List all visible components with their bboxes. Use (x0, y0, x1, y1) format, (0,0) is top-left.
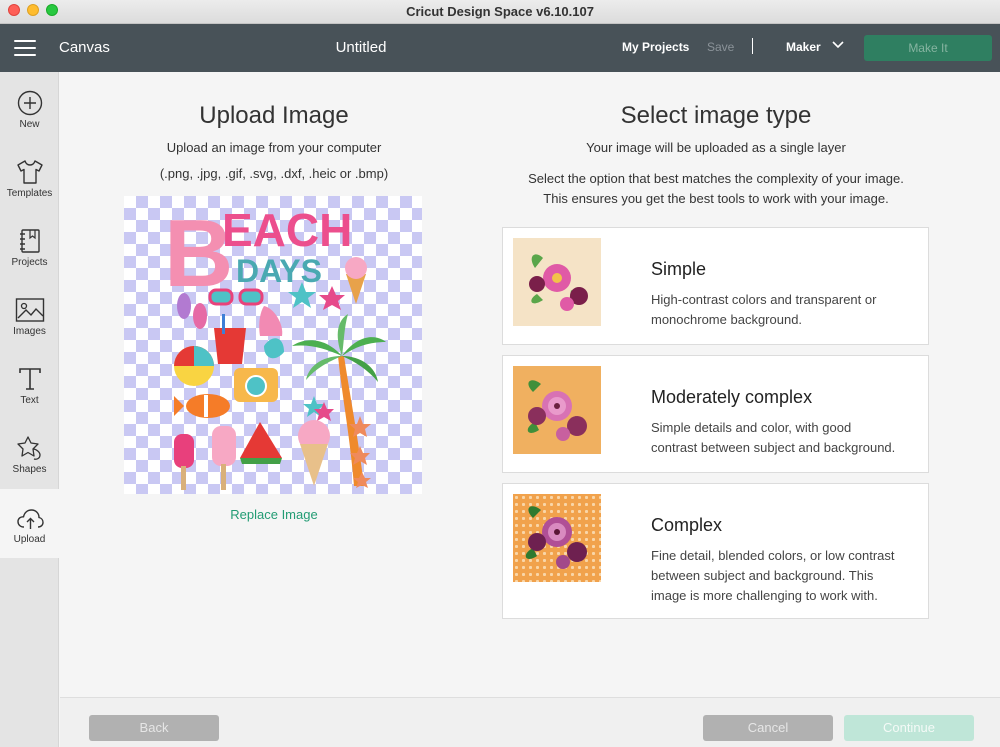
flower-icon (525, 506, 587, 569)
upload-panel: Upload Image Upload an image from your c… (60, 72, 1000, 697)
app-header: Canvas Untitled My Projects Save Maker M… (0, 24, 1000, 72)
upload-title: Upload Image (199, 102, 349, 129)
simple-thumbnail (513, 238, 601, 326)
option-description: Simple details and color, with good cont… (651, 418, 921, 458)
sidebar-item-label: Text (20, 395, 39, 406)
plus-circle-icon (17, 90, 42, 116)
make-it-button[interactable]: Make It (864, 35, 992, 61)
upload-formats: (.png, .jpg, .gif, .svg, .dxf, .heic or … (159, 166, 389, 181)
moderate-thumbnail (513, 366, 601, 454)
cancel-button[interactable]: Cancel (703, 715, 833, 741)
description-line: This ensures you get the best tools to w… (543, 191, 889, 206)
beach-days-artwork: B EACH DAYS (164, 200, 386, 490)
replace-image-link[interactable]: Replace Image (60, 507, 488, 522)
shapes-icon (16, 436, 41, 460)
option-desc-line: Fine detail, blended colors, or low cont… (651, 548, 895, 563)
image-type-description: Select the option that best matches the … (502, 169, 930, 209)
sidebar-item-text[interactable]: Text (0, 348, 59, 417)
left-sidebar: New Templates Projects Images Text Shape… (0, 72, 59, 747)
option-description: Fine detail, blended colors, or low cont… (651, 546, 921, 606)
description-line: Select the option that best matches the … (528, 171, 904, 186)
option-desc-line: High-contrast colors and transparent or (651, 292, 877, 307)
sidebar-item-label: Projects (11, 257, 48, 268)
sidebar-item-upload[interactable]: Upload (0, 489, 59, 558)
text-icon (18, 368, 41, 390)
header-divider (752, 38, 753, 54)
flower-icon (529, 254, 588, 311)
upload-subtitle: Upload an image from your computer (166, 140, 382, 155)
option-moderately-complex[interactable]: Moderately complex Simple details and co… (502, 355, 929, 473)
sidebar-item-images[interactable]: Images (0, 279, 59, 348)
tshirt-icon (16, 160, 43, 184)
option-title: Complex (651, 515, 723, 535)
image-type-title: Select image type (620, 102, 812, 129)
flower-icon (527, 380, 587, 441)
image-preview: B EACH DAYS (124, 196, 422, 494)
sidebar-item-label: Upload (13, 534, 46, 545)
notebook-icon (19, 229, 40, 253)
sidebar-item-label: Templates (6, 188, 53, 199)
chevron-down-icon[interactable] (832, 41, 844, 49)
window-titlebar: Cricut Design Space v6.10.107 (0, 0, 1000, 24)
cloud-upload-icon (16, 509, 44, 529)
option-desc-line: image is more challenging to work with. (651, 588, 878, 603)
sidebar-item-projects[interactable]: Projects (0, 210, 59, 279)
canvas-label: Canvas (59, 39, 110, 56)
footer-bar: Back Cancel Continue (60, 697, 1000, 747)
option-title: Simple (651, 259, 707, 279)
option-desc-line: Simple details and color, with good (651, 420, 852, 435)
sidebar-item-templates[interactable]: Templates (0, 141, 59, 210)
sidebar-item-shapes[interactable]: Shapes (0, 417, 59, 486)
save-button[interactable]: Save (707, 40, 734, 54)
machine-selector[interactable]: Maker (786, 40, 821, 54)
sidebar-item-label: New (19, 119, 40, 130)
continue-button[interactable]: Continue (844, 715, 974, 741)
sidebar-item-new[interactable]: New (0, 72, 59, 141)
beach-text: EACH (222, 204, 352, 256)
option-desc-line: monochrome background. (651, 312, 803, 327)
sidebar-item-label: Shapes (12, 464, 47, 475)
image-type-subtitle: Your image will be uploaded as a single … (586, 140, 846, 155)
option-description: High-contrast colors and transparent or … (651, 290, 921, 330)
option-desc-line: contrast between subject and background. (651, 440, 896, 455)
option-desc-line: between subject and background. This (651, 568, 874, 583)
image-icon (15, 298, 44, 322)
menu-icon[interactable] (14, 40, 36, 56)
option-simple[interactable]: Simple High-contrast colors and transpar… (502, 227, 929, 345)
back-button[interactable]: Back (89, 715, 219, 741)
option-title: Moderately complex (651, 387, 813, 407)
project-title: Untitled (335, 39, 387, 56)
sidebar-item-label: Images (13, 326, 46, 337)
my-projects-link[interactable]: My Projects (622, 40, 689, 54)
window-title: Cricut Design Space v6.10.107 (406, 4, 594, 19)
option-complex[interactable]: Complex Fine detail, blended colors, or … (502, 483, 929, 619)
days-text: DAYS (236, 253, 322, 289)
complex-thumbnail (513, 494, 601, 582)
